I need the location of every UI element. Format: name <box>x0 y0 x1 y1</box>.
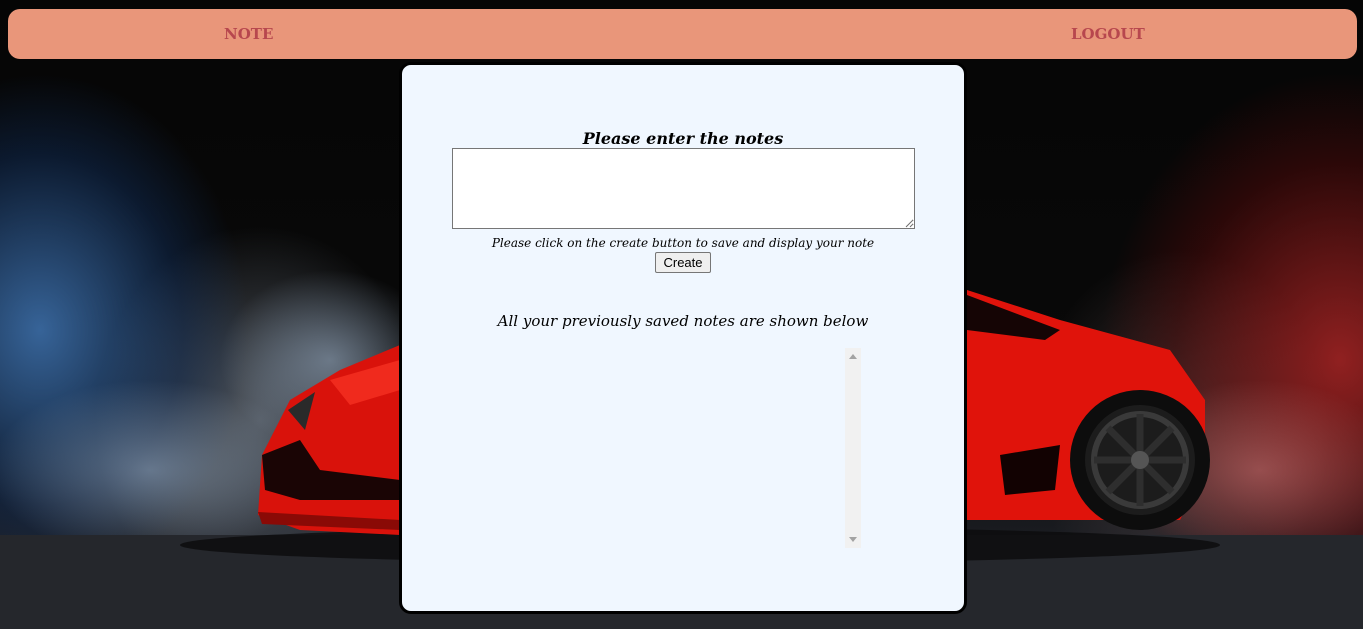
nav-note-link[interactable]: NOTE <box>224 9 273 59</box>
nav-logout-link[interactable]: LOGOUT <box>1071 9 1145 59</box>
notes-scrollbar[interactable] <box>845 348 861 548</box>
scroll-up-arrow-icon[interactable] <box>849 354 857 359</box>
note-textarea[interactable] <box>452 148 915 229</box>
note-card: Please enter the notes Please click on t… <box>399 62 967 614</box>
saved-notes-caption: All your previously saved notes are show… <box>497 312 869 330</box>
top-navbar: NOTE LOGOUT <box>8 9 1357 59</box>
create-hint-text: Please click on the create button to sav… <box>491 236 875 250</box>
scroll-down-arrow-icon[interactable] <box>849 537 857 542</box>
saved-notes-list <box>452 345 864 545</box>
note-form-title: Please enter the notes <box>582 129 784 148</box>
create-button[interactable]: Create <box>655 252 711 273</box>
